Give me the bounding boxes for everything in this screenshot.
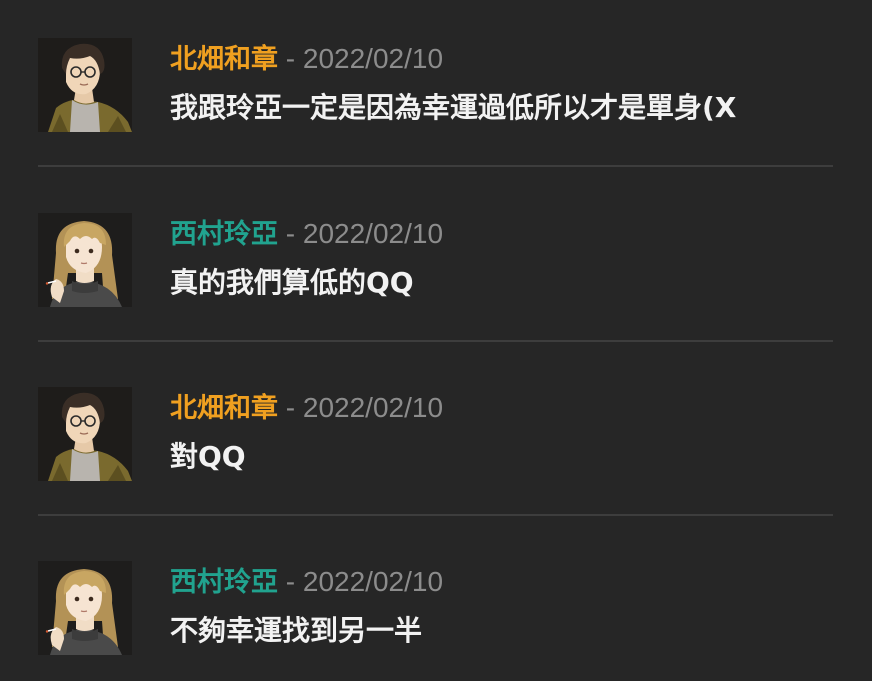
separator: -: [278, 218, 303, 249]
woman-long-hair-avatar[interactable]: [38, 561, 132, 655]
separator: -: [278, 392, 303, 423]
avatar-image: [38, 387, 132, 481]
avatar-image: [38, 38, 132, 132]
comment-date: 2022/02/10: [302, 218, 444, 249]
man-glasses-avatar[interactable]: [38, 387, 132, 481]
comment-header: 西村玲亞 - 2022/02/10: [170, 217, 443, 252]
avatar-image: [38, 561, 132, 655]
comment-header: 北畑和章 - 2022/02/10: [170, 42, 443, 77]
comment-item: 北畑和章 - 2022/02/10 我跟玲亞一定是因為幸運過低所以才是單身(X: [38, 38, 833, 133]
man-glasses-avatar[interactable]: [38, 38, 132, 132]
separator: -: [278, 43, 303, 74]
comment-feed: 北畑和章 - 2022/02/10 我跟玲亞一定是因為幸運過低所以才是單身(X …: [0, 0, 872, 681]
divider: [38, 514, 833, 516]
author-name[interactable]: 北畑和章: [170, 393, 278, 424]
comment-date: 2022/02/10: [302, 566, 444, 597]
avatar-image: [38, 213, 132, 307]
woman-long-hair-avatar[interactable]: [38, 213, 132, 307]
comment-item: 北畑和章 - 2022/02/10 對QQ: [38, 387, 833, 482]
comment-date: 2022/02/10: [302, 43, 444, 74]
author-name[interactable]: 北畑和章: [170, 44, 278, 75]
comment-text: 不夠幸運找到另一半: [170, 614, 423, 647]
comment-text: 對QQ: [170, 440, 246, 473]
divider: [38, 340, 833, 342]
comment-item: 西村玲亞 - 2022/02/10 真的我們算低的QQ: [38, 213, 833, 308]
comment-header: 西村玲亞 - 2022/02/10: [170, 565, 443, 600]
comment-text: 我跟玲亞一定是因為幸運過低所以才是單身(X: [170, 91, 737, 124]
divider: [38, 165, 833, 167]
comment-header: 北畑和章 - 2022/02/10: [170, 391, 443, 426]
separator: -: [278, 566, 303, 597]
comment-date: 2022/02/10: [302, 392, 444, 423]
author-name[interactable]: 西村玲亞: [170, 567, 278, 598]
comment-item: 西村玲亞 - 2022/02/10 不夠幸運找到另一半: [38, 561, 833, 656]
author-name[interactable]: 西村玲亞: [170, 219, 278, 250]
comment-text: 真的我們算低的QQ: [170, 266, 414, 299]
